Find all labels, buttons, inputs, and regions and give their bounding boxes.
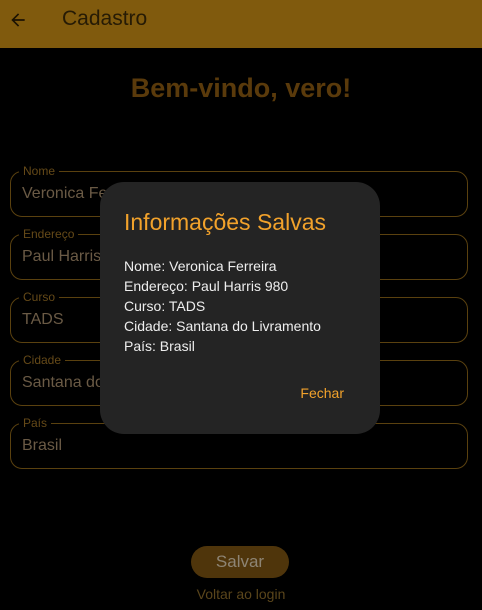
dialog-line-course: Curso: TADS: [124, 298, 206, 314]
close-dialog-button[interactable]: Fechar: [300, 385, 344, 401]
dialog-line-address: Endereço: Paul Harris 980: [124, 278, 289, 294]
dialog-line-country: País: Brasil: [124, 338, 195, 354]
dialog-line-name: Nome: Veronica Ferreira: [124, 258, 277, 274]
dialog-content: Nome: Veronica Ferreira Endereço: Paul H…: [124, 256, 321, 356]
saved-info-dialog: Informações Salvas Nome: Veronica Ferrei…: [100, 182, 380, 434]
dialog-title: Informações Salvas: [124, 209, 326, 235]
dialog-line-city: Cidade: Santana do Livramento: [124, 318, 321, 334]
